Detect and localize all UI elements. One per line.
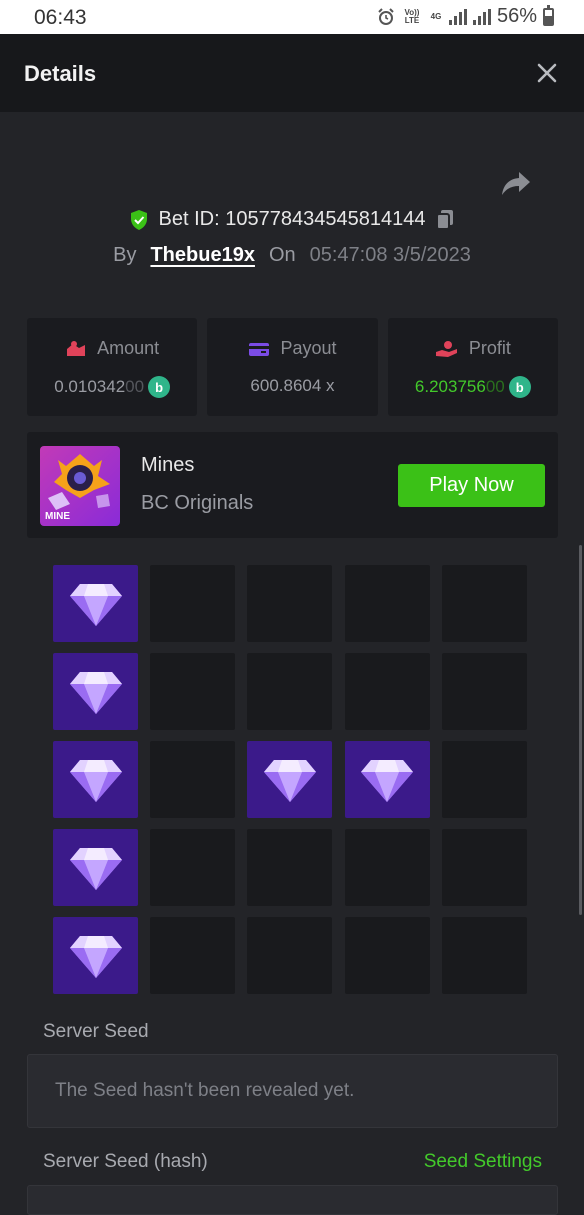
profit-card: Profit 6.20375600 b — [387, 318, 558, 416]
payout-value: 600.8604 x — [250, 376, 335, 395]
copy-icon[interactable] — [435, 209, 455, 231]
mine-tile-empty — [247, 565, 333, 642]
amount-value: 0.010342 — [54, 377, 126, 396]
game-name: Mines — [141, 454, 195, 476]
battery-percent: 56% — [496, 5, 537, 27]
mine-tile-empty — [344, 653, 430, 730]
profit-hand-icon — [435, 340, 457, 357]
mine-tile-gem — [247, 741, 333, 818]
network-indicator: 4G — [430, 11, 442, 21]
gem-icon — [69, 847, 122, 890]
bet-id: Bet ID: 105778434545814144 — [158, 208, 426, 230]
mine-tile-empty — [247, 917, 333, 994]
bet-datetime: 05:47:08 3/5/2023 — [309, 244, 471, 266]
amount-card: Amount 0.01034200 b — [27, 318, 198, 416]
mine-tile-gem — [53, 653, 138, 730]
status-time: 06:43 — [34, 6, 87, 29]
payout-card: Payout 600.8604 x — [207, 318, 378, 416]
mine-tile-empty — [441, 741, 527, 818]
amount-label: Amount — [97, 338, 160, 358]
profit-label: Profit — [468, 338, 511, 358]
mine-tile-gem — [53, 741, 138, 818]
gem-icon — [69, 935, 122, 978]
bet-author-row: By Thebue19x On 05:47:08 3/5/2023 — [0, 244, 584, 267]
mine-tile-empty — [344, 565, 430, 642]
signal-icon — [448, 8, 467, 25]
gem-icon — [69, 759, 122, 802]
profit-value-tail: 00 — [485, 377, 505, 396]
amount-value-tail: 00 — [125, 377, 145, 396]
mine-tile-empty — [150, 741, 236, 818]
gem-icon — [361, 759, 414, 802]
status-bar: 06:43 Vo)) LTE 4G 56% — [0, 0, 584, 34]
server-seed-label: Server Seed — [43, 1021, 149, 1042]
wallet-icon — [249, 342, 270, 356]
username-link[interactable]: Thebue19x — [150, 244, 254, 267]
profit-value: 6.203756 — [414, 377, 486, 396]
mine-tile-empty — [150, 829, 236, 906]
mine-tile-gem — [53, 565, 138, 642]
game-provider: BC Originals — [141, 492, 254, 514]
server-seed-hash-field — [27, 1185, 558, 1215]
seed-settings-link[interactable]: Seed Settings — [424, 1151, 542, 1173]
on-label: On — [268, 244, 296, 266]
mine-tile-empty — [441, 653, 527, 730]
mine-tile-empty — [150, 653, 236, 730]
close-icon[interactable] — [536, 62, 558, 84]
bet-stats: Amount 0.01034200 b Payout 600.8604 x Pr… — [27, 318, 558, 416]
amount-icon — [67, 340, 86, 356]
game-thumb-label: MINE — [45, 511, 70, 522]
details-header: Details — [0, 34, 584, 112]
mine-tile-empty — [247, 653, 333, 730]
server-seed-hash-label: Server Seed (hash) — [43, 1151, 208, 1172]
bet-id-row: Bet ID: 105778434545814144 — [0, 208, 584, 231]
verified-shield-icon — [130, 209, 147, 230]
server-seed-field: The Seed hasn't been revealed yet. — [27, 1054, 558, 1128]
battery-icon — [543, 4, 554, 26]
status-icons: Vo)) LTE 4G 56% — [377, 4, 554, 28]
share-icon[interactable] — [500, 168, 532, 198]
signal-icon-2 — [472, 8, 491, 25]
by-label: By — [113, 244, 137, 266]
mine-tile-empty — [441, 917, 527, 994]
gem-icon — [69, 671, 122, 714]
coin-icon: b — [508, 376, 531, 398]
scrollbar[interactable] — [579, 545, 582, 915]
gem-icon — [69, 583, 122, 626]
play-now-button[interactable]: Play Now — [398, 464, 545, 507]
mine-tile-empty — [441, 829, 527, 906]
coin-icon: b — [148, 376, 171, 398]
mine-tile-gem — [53, 829, 138, 906]
mine-tile-empty — [441, 565, 527, 642]
payout-label: Payout — [280, 338, 337, 358]
mine-tile-empty — [344, 917, 430, 994]
mines-grid — [53, 565, 527, 994]
alarm-icon — [378, 7, 394, 25]
mine-tile-empty — [344, 829, 430, 906]
mine-tile-empty — [247, 829, 333, 906]
volte-indicator: Vo)) LTE — [404, 7, 420, 25]
game-card: MINE Mines BC Originals Play Now — [27, 432, 558, 538]
gem-icon — [263, 759, 316, 802]
game-thumbnail[interactable]: MINE — [40, 446, 120, 526]
mine-tile-empty — [150, 917, 236, 994]
page-title: Details — [24, 61, 97, 86]
mine-tile-gem — [344, 741, 430, 818]
mine-tile-gem — [53, 917, 138, 994]
mine-tile-empty — [150, 565, 236, 642]
